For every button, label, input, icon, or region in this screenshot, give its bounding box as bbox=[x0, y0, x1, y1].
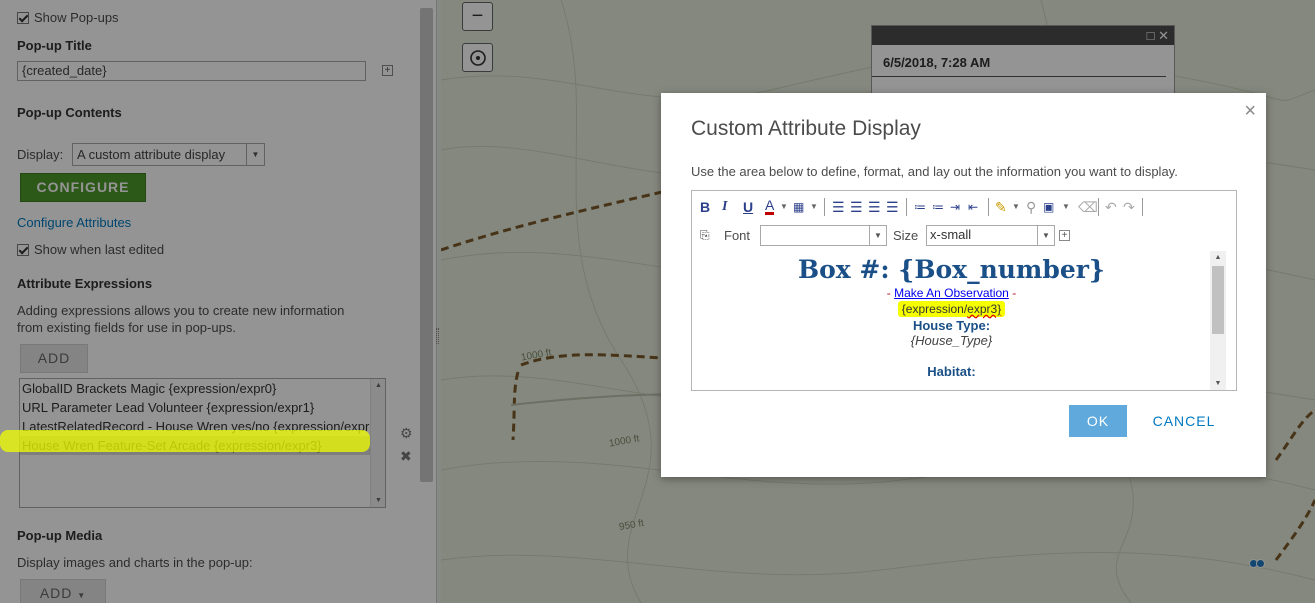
make-observation-link[interactable]: Make An Observation bbox=[894, 286, 1009, 300]
house-type-value: {House_Type} bbox=[910, 333, 993, 348]
editor-font-toolbar: ⎘ Font ▼ Size x-small ▼ + bbox=[692, 222, 1236, 250]
chevron-down-icon: ▼ bbox=[869, 226, 886, 245]
size-label: Size bbox=[893, 228, 919, 243]
ok-button[interactable]: OK bbox=[1069, 405, 1127, 437]
justify-icon[interactable]: ☰ bbox=[886, 198, 899, 216]
chevron-down-icon: ▼ bbox=[1037, 226, 1054, 245]
outdent-icon[interactable]: ⇤ bbox=[968, 198, 978, 216]
link-icon[interactable]: ⚲ bbox=[1026, 198, 1036, 216]
scrollbar-thumb[interactable] bbox=[1212, 266, 1224, 334]
chevron-down-icon[interactable]: ▼ bbox=[780, 198, 788, 216]
dialog-description: Use the area below to define, format, an… bbox=[691, 164, 1178, 179]
highlight-annotation bbox=[0, 430, 370, 452]
editor-toolbar: B I U A ▼ ▦ ▼ ☰ ☰ ☰ ☰ ≔ ≔ ⇥ ⇤ ✎ ▼ ⚲ ▣ ▼ … bbox=[692, 191, 1236, 221]
numbered-list-icon[interactable]: ≔ bbox=[914, 198, 926, 216]
expression-token[interactable]: {expression/expr3} bbox=[897, 301, 1006, 317]
bold-button[interactable]: B bbox=[700, 198, 710, 216]
expression-prefix: {expression/ bbox=[901, 302, 968, 316]
undo-icon[interactable]: ↶ bbox=[1105, 198, 1117, 216]
redo-icon[interactable]: ↷ bbox=[1123, 198, 1135, 216]
size-select[interactable]: x-small ▼ bbox=[926, 225, 1055, 246]
align-right-icon[interactable]: ☰ bbox=[868, 198, 881, 216]
close-icon[interactable]: × bbox=[1244, 101, 1256, 121]
pencil-icon[interactable]: ✎ bbox=[995, 198, 1007, 216]
observation-dash-left: - bbox=[886, 286, 891, 300]
toolbar-divider bbox=[1098, 198, 1099, 216]
editor-content[interactable]: Box #: {Box_number} - Make An Observatio… bbox=[693, 251, 1210, 390]
eraser-icon[interactable]: ⌫ bbox=[1078, 198, 1098, 216]
dialog-title: Custom Attribute Display bbox=[691, 117, 921, 140]
source-icon[interactable]: ⎘ bbox=[700, 228, 710, 243]
font-select[interactable]: ▼ bbox=[760, 225, 887, 246]
table-icon[interactable]: ▣ bbox=[1043, 198, 1054, 216]
toolbar-divider bbox=[824, 198, 825, 216]
toolbar-divider bbox=[988, 198, 989, 216]
highlight-color-icon[interactable]: ▦ bbox=[793, 198, 804, 216]
chevron-down-icon[interactable]: ▼ bbox=[810, 198, 818, 216]
font-label: Font bbox=[724, 228, 751, 243]
habitat-label: Habitat: bbox=[927, 364, 976, 379]
size-select-value: x-small bbox=[930, 227, 972, 242]
align-center-icon[interactable]: ☰ bbox=[850, 198, 863, 216]
chevron-down-icon[interactable]: ▼ bbox=[1062, 198, 1070, 216]
scroll-up-icon[interactable]: ▲ bbox=[1210, 254, 1226, 261]
rich-text-editor[interactable]: B I U A ▼ ▦ ▼ ☰ ☰ ☰ ☰ ≔ ≔ ⇥ ⇤ ✎ ▼ ⚲ ▣ ▼ … bbox=[691, 190, 1237, 391]
toolbar-divider bbox=[1142, 198, 1143, 216]
chevron-down-icon[interactable]: ▼ bbox=[1012, 198, 1020, 216]
editor-scrollbar[interactable]: ▲ ▼ bbox=[1210, 251, 1226, 390]
observation-line: - Make An Observation - bbox=[693, 286, 1210, 300]
expression-name: expr3} bbox=[967, 302, 1002, 316]
align-left-icon[interactable]: ☰ bbox=[832, 198, 845, 216]
bullet-list-icon[interactable]: ≔ bbox=[932, 198, 944, 216]
box-number-heading: Box #: {Box_number} bbox=[797, 255, 1106, 284]
insert-field-icon[interactable]: + bbox=[1059, 230, 1070, 241]
scroll-down-icon[interactable]: ▼ bbox=[1210, 380, 1226, 387]
italic-button[interactable]: I bbox=[722, 198, 727, 216]
custom-attribute-display-dialog: × Custom Attribute Display Use the area … bbox=[661, 93, 1266, 477]
cancel-button[interactable]: CANCEL bbox=[1145, 405, 1223, 437]
observation-dash-right: - bbox=[1012, 286, 1017, 300]
house-type-label: House Type: bbox=[912, 318, 991, 333]
toolbar-divider bbox=[906, 198, 907, 216]
indent-icon[interactable]: ⇥ bbox=[950, 198, 960, 216]
underline-button[interactable]: U bbox=[743, 198, 753, 216]
font-color-button[interactable]: A bbox=[765, 198, 775, 215]
